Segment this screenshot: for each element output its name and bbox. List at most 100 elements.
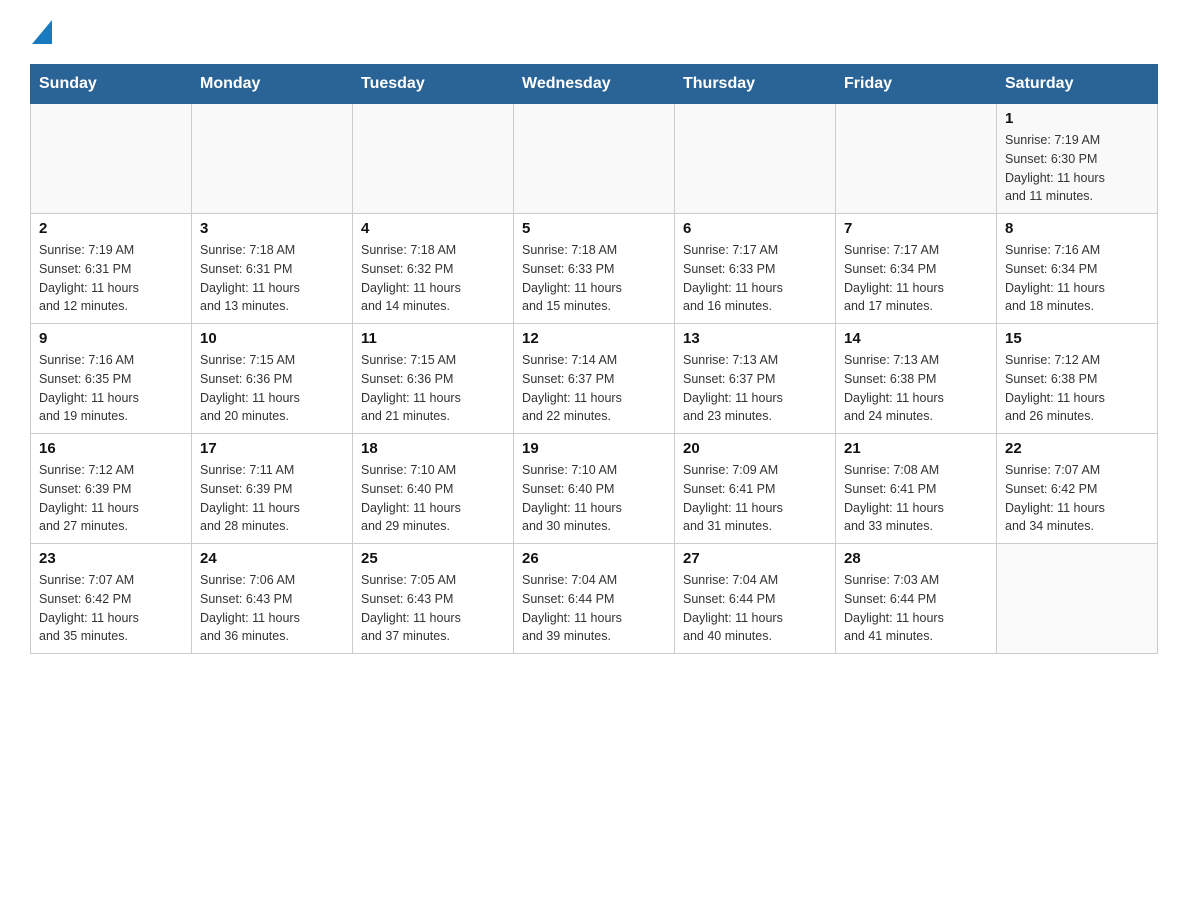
day-number: 17 xyxy=(200,440,344,457)
calendar-cell: 27 Sunrise: 7:04 AM Sunset: 6:44 PM Dayli… xyxy=(675,544,836,654)
calendar-cell: 4 Sunrise: 7:18 AM Sunset: 6:32 PM Daylig… xyxy=(353,214,514,324)
calendar-cell: 7 Sunrise: 7:17 AM Sunset: 6:34 PM Daylig… xyxy=(836,214,997,324)
day-info: Sunrise: 7:18 AM Sunset: 6:32 PM Dayligh… xyxy=(361,241,505,316)
calendar-week-row: 16 Sunrise: 7:12 AM Sunset: 6:39 PM Dayli… xyxy=(31,434,1158,544)
calendar-week-row: 23 Sunrise: 7:07 AM Sunset: 6:42 PM Dayli… xyxy=(31,544,1158,654)
calendar-header-row: SundayMondayTuesdayWednesdayThursdayFrid… xyxy=(31,65,1158,104)
day-number: 9 xyxy=(39,330,183,347)
day-info: Sunrise: 7:19 AM Sunset: 6:31 PM Dayligh… xyxy=(39,241,183,316)
column-header-wednesday: Wednesday xyxy=(514,65,675,104)
day-number: 20 xyxy=(683,440,827,457)
day-info: Sunrise: 7:10 AM Sunset: 6:40 PM Dayligh… xyxy=(361,461,505,536)
calendar-cell: 5 Sunrise: 7:18 AM Sunset: 6:33 PM Daylig… xyxy=(514,214,675,324)
day-info: Sunrise: 7:19 AM Sunset: 6:30 PM Dayligh… xyxy=(1005,131,1149,206)
day-number: 13 xyxy=(683,330,827,347)
calendar-cell: 9 Sunrise: 7:16 AM Sunset: 6:35 PM Daylig… xyxy=(31,324,192,434)
day-number: 25 xyxy=(361,550,505,567)
day-number: 18 xyxy=(361,440,505,457)
calendar-cell: 17 Sunrise: 7:11 AM Sunset: 6:39 PM Dayli… xyxy=(192,434,353,544)
day-number: 24 xyxy=(200,550,344,567)
calendar-cell: 11 Sunrise: 7:15 AM Sunset: 6:36 PM Dayli… xyxy=(353,324,514,434)
calendar-cell: 2 Sunrise: 7:19 AM Sunset: 6:31 PM Daylig… xyxy=(31,214,192,324)
calendar-cell: 19 Sunrise: 7:10 AM Sunset: 6:40 PM Dayli… xyxy=(514,434,675,544)
calendar-cell xyxy=(192,104,353,214)
column-header-tuesday: Tuesday xyxy=(353,65,514,104)
day-number: 12 xyxy=(522,330,666,347)
day-number: 16 xyxy=(39,440,183,457)
calendar-cell: 20 Sunrise: 7:09 AM Sunset: 6:41 PM Dayli… xyxy=(675,434,836,544)
day-info: Sunrise: 7:17 AM Sunset: 6:33 PM Dayligh… xyxy=(683,241,827,316)
calendar-cell: 28Sunrise: 7:03 AM Sunset: 6:44 PM Dayli… xyxy=(836,544,997,654)
calendar-cell: 14 Sunrise: 7:13 AM Sunset: 6:38 PM Dayli… xyxy=(836,324,997,434)
day-info: Sunrise: 7:18 AM Sunset: 6:31 PM Dayligh… xyxy=(200,241,344,316)
day-number: 6 xyxy=(683,220,827,237)
day-info: Sunrise: 7:11 AM Sunset: 6:39 PM Dayligh… xyxy=(200,461,344,536)
calendar-cell: 18 Sunrise: 7:10 AM Sunset: 6:40 PM Dayli… xyxy=(353,434,514,544)
column-header-friday: Friday xyxy=(836,65,997,104)
day-info: Sunrise: 7:16 AM Sunset: 6:35 PM Dayligh… xyxy=(39,351,183,426)
day-number: 2 xyxy=(39,220,183,237)
calendar-cell: 13 Sunrise: 7:13 AM Sunset: 6:37 PM Dayli… xyxy=(675,324,836,434)
day-info: Sunrise: 7:04 AM Sunset: 6:44 PM Dayligh… xyxy=(683,571,827,646)
day-info: Sunrise: 7:04 AM Sunset: 6:44 PM Dayligh… xyxy=(522,571,666,646)
day-number: 5 xyxy=(522,220,666,237)
day-info: Sunrise: 7:07 AM Sunset: 6:42 PM Dayligh… xyxy=(39,571,183,646)
day-number: 27 xyxy=(683,550,827,567)
calendar-week-row: 2 Sunrise: 7:19 AM Sunset: 6:31 PM Daylig… xyxy=(31,214,1158,324)
column-header-monday: Monday xyxy=(192,65,353,104)
day-number: 7 xyxy=(844,220,988,237)
column-header-saturday: Saturday xyxy=(997,65,1158,104)
calendar-cell: 15Sunrise: 7:12 AM Sunset: 6:38 PM Dayli… xyxy=(997,324,1158,434)
day-info: Sunrise: 7:17 AM Sunset: 6:34 PM Dayligh… xyxy=(844,241,988,316)
day-info: Sunrise: 7:05 AM Sunset: 6:43 PM Dayligh… xyxy=(361,571,505,646)
calendar-cell: 23 Sunrise: 7:07 AM Sunset: 6:42 PM Dayli… xyxy=(31,544,192,654)
day-number: 22 xyxy=(1005,440,1149,457)
day-info: Sunrise: 7:14 AM Sunset: 6:37 PM Dayligh… xyxy=(522,351,666,426)
calendar-cell xyxy=(514,104,675,214)
day-info: Sunrise: 7:15 AM Sunset: 6:36 PM Dayligh… xyxy=(361,351,505,426)
calendar-week-row: 1Sunrise: 7:19 AM Sunset: 6:30 PM Daylig… xyxy=(31,104,1158,214)
calendar-cell: 25 Sunrise: 7:05 AM Sunset: 6:43 PM Dayli… xyxy=(353,544,514,654)
calendar-cell: 6 Sunrise: 7:17 AM Sunset: 6:33 PM Daylig… xyxy=(675,214,836,324)
day-info: Sunrise: 7:09 AM Sunset: 6:41 PM Dayligh… xyxy=(683,461,827,536)
calendar-cell: 10 Sunrise: 7:15 AM Sunset: 6:36 PM Dayli… xyxy=(192,324,353,434)
calendar-cell: 22 Sunrise: 7:07 AM Sunset: 6:42 PM Dayli… xyxy=(997,434,1158,544)
day-info: Sunrise: 7:06 AM Sunset: 6:43 PM Dayligh… xyxy=(200,571,344,646)
calendar-cell: 16 Sunrise: 7:12 AM Sunset: 6:39 PM Dayli… xyxy=(31,434,192,544)
column-header-sunday: Sunday xyxy=(31,65,192,104)
day-number: 21 xyxy=(844,440,988,457)
calendar-cell: 1Sunrise: 7:19 AM Sunset: 6:30 PM Daylig… xyxy=(997,104,1158,214)
column-header-thursday: Thursday xyxy=(675,65,836,104)
day-info: Sunrise: 7:15 AM Sunset: 6:36 PM Dayligh… xyxy=(200,351,344,426)
calendar-cell xyxy=(353,104,514,214)
day-info: Sunrise: 7:10 AM Sunset: 6:40 PM Dayligh… xyxy=(522,461,666,536)
day-info: Sunrise: 7:07 AM Sunset: 6:42 PM Dayligh… xyxy=(1005,461,1149,536)
calendar-cell xyxy=(836,104,997,214)
calendar-cell: 8 Sunrise: 7:16 AM Sunset: 6:34 PM Daylig… xyxy=(997,214,1158,324)
calendar-cell: 21Sunrise: 7:08 AM Sunset: 6:41 PM Dayli… xyxy=(836,434,997,544)
calendar-cell: 26 Sunrise: 7:04 AM Sunset: 6:44 PM Dayli… xyxy=(514,544,675,654)
day-number: 8 xyxy=(1005,220,1149,237)
day-number: 10 xyxy=(200,330,344,347)
day-info: Sunrise: 7:12 AM Sunset: 6:39 PM Dayligh… xyxy=(39,461,183,536)
day-info: Sunrise: 7:13 AM Sunset: 6:37 PM Dayligh… xyxy=(683,351,827,426)
logo xyxy=(30,20,52,44)
day-number: 26 xyxy=(522,550,666,567)
calendar-cell xyxy=(997,544,1158,654)
calendar-week-row: 9 Sunrise: 7:16 AM Sunset: 6:35 PM Daylig… xyxy=(31,324,1158,434)
calendar-cell: 3Sunrise: 7:18 AM Sunset: 6:31 PM Daylig… xyxy=(192,214,353,324)
day-info: Sunrise: 7:16 AM Sunset: 6:34 PM Dayligh… xyxy=(1005,241,1149,316)
calendar-table: SundayMondayTuesdayWednesdayThursdayFrid… xyxy=(30,64,1158,654)
calendar-cell: 24 Sunrise: 7:06 AM Sunset: 6:43 PM Dayli… xyxy=(192,544,353,654)
page-header xyxy=(30,20,1158,44)
calendar-cell xyxy=(675,104,836,214)
day-info: Sunrise: 7:12 AM Sunset: 6:38 PM Dayligh… xyxy=(1005,351,1149,426)
day-info: Sunrise: 7:03 AM Sunset: 6:44 PM Dayligh… xyxy=(844,571,988,646)
day-number: 11 xyxy=(361,330,505,347)
day-number: 19 xyxy=(522,440,666,457)
day-number: 14 xyxy=(844,330,988,347)
day-info: Sunrise: 7:13 AM Sunset: 6:38 PM Dayligh… xyxy=(844,351,988,426)
day-number: 4 xyxy=(361,220,505,237)
day-number: 23 xyxy=(39,550,183,567)
day-info: Sunrise: 7:18 AM Sunset: 6:33 PM Dayligh… xyxy=(522,241,666,316)
